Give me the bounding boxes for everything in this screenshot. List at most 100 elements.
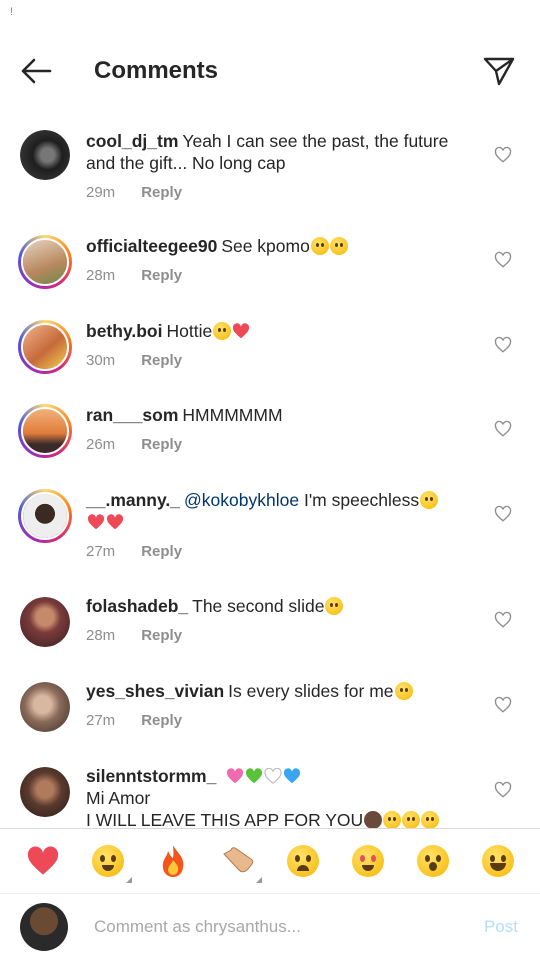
pleading-face-icon: [420, 491, 439, 509]
comment-item: bethy.boi Hottie 30m Reply: [0, 320, 540, 374]
sparkling-heart-icon: [227, 768, 244, 784]
avatar[interactable]: [20, 130, 70, 180]
status-bar: !: [0, 0, 540, 36]
pleading-face-icon: [383, 811, 402, 828]
heart-outline-icon[interactable]: [494, 420, 512, 438]
surprised-face-icon: [416, 845, 449, 877]
comment-time: 28m: [86, 267, 116, 284]
emoji-crying-face-button[interactable]: [285, 843, 321, 879]
emoji-heart-eyes-button[interactable]: [350, 843, 386, 879]
comment-text: Is every slides for me: [228, 681, 394, 701]
red-heart-icon: [87, 514, 105, 530]
comment-text-line: I WILL LEAVE THIS APP FOR YOU: [86, 810, 364, 828]
reply-button[interactable]: Reply: [141, 543, 182, 560]
emoji-raising-hands-button[interactable]: [90, 843, 132, 883]
post-button[interactable]: Post: [484, 917, 518, 937]
reply-button[interactable]: Reply: [141, 712, 182, 729]
comment-time: 29m: [86, 184, 116, 201]
heart-outline-icon[interactable]: [494, 696, 512, 714]
red-heart-icon: [106, 514, 124, 530]
comment-time: 30m: [86, 352, 116, 369]
avatar[interactable]: [18, 404, 72, 458]
comment-time: 27m: [86, 543, 116, 560]
fire-icon: [162, 845, 183, 877]
heart-outline-icon[interactable]: [494, 505, 512, 523]
comment-time: 28m: [86, 627, 116, 644]
comment-list: cool_dj_tm Yeah I can see the past, the f…: [0, 120, 540, 828]
reply-button[interactable]: Reply: [141, 184, 182, 201]
emoji-red-heart-button[interactable]: [25, 843, 61, 879]
emoji-clapping-hands-button[interactable]: [220, 843, 262, 883]
share-button[interactable]: [482, 54, 516, 88]
person-gesturing-icon: [364, 811, 383, 828]
white-heart-icon: [264, 768, 282, 784]
comment-text: See kpomo: [221, 236, 310, 256]
comment-item: __.manny._ @kokobykhloe I'm speechless 27…: [0, 489, 540, 560]
red-heart-icon: [27, 846, 58, 875]
raising-hands-icon: [213, 322, 232, 340]
reply-button[interactable]: Reply: [141, 267, 182, 284]
comment-username[interactable]: yes_shes_vivian: [86, 681, 224, 701]
comment-text: Hottie: [166, 321, 213, 341]
emoji-tears-of-joy-button[interactable]: [480, 843, 516, 879]
reply-button[interactable]: Reply: [141, 436, 182, 453]
back-button[interactable]: [20, 55, 52, 87]
tears-of-joy-icon: [481, 845, 514, 877]
pleading-face-icon: [421, 811, 440, 828]
comment-text: HMMMMMM: [182, 405, 283, 425]
comment-username[interactable]: cool_dj_tm: [86, 131, 178, 151]
emoji-bar: [0, 829, 540, 893]
reply-button[interactable]: Reply: [141, 352, 182, 369]
raising-hands-icon: [91, 845, 124, 877]
heart-outline-icon[interactable]: [494, 336, 512, 354]
heart-outline-icon[interactable]: [494, 611, 512, 629]
comment-text: I'm speechless: [303, 490, 420, 510]
comment-username[interactable]: ran___som: [86, 405, 178, 425]
comment-item: silenntstormm_ Mi Amor I WILL LEAVE THIS…: [0, 765, 540, 828]
heart-outline-icon[interactable]: [494, 251, 512, 269]
emoji-fire-button[interactable]: [155, 843, 191, 879]
comment-username[interactable]: folashadeb_: [86, 596, 188, 616]
green-heart-icon: [246, 768, 263, 784]
comment-input[interactable]: [94, 917, 464, 937]
grinning-face-icon: [329, 237, 348, 255]
heart-outline-icon[interactable]: [494, 146, 512, 164]
comment-item: cool_dj_tm Yeah I can see the past, the f…: [0, 130, 540, 201]
comment-item: ran___som HMMMMMM 26m Reply: [0, 404, 540, 458]
status-mark: !: [10, 6, 14, 18]
comment-item: folashadeb_ The second slide 28m Reply: [0, 595, 540, 647]
heart-eyes-icon: [394, 682, 413, 700]
emoji-surprised-face-button[interactable]: [415, 843, 451, 879]
comment-username[interactable]: bethy.boi: [86, 321, 162, 341]
grinning-face-icon: [310, 237, 329, 255]
comment-text: The second slide: [192, 596, 325, 616]
avatar[interactable]: [20, 682, 70, 732]
user-avatar: [20, 903, 68, 951]
flushed-face-icon: [402, 811, 421, 828]
comment-time: 26m: [86, 436, 116, 453]
arrow-left-icon: [21, 58, 52, 84]
comment-composer: Post: [0, 894, 540, 960]
avatar[interactable]: [20, 767, 70, 817]
paper-plane-icon: [483, 57, 515, 86]
comment-username[interactable]: officialteegee90: [86, 236, 217, 256]
heart-outline-icon[interactable]: [494, 781, 512, 799]
blue-heart-icon: [284, 768, 301, 784]
header: Comments: [0, 36, 540, 106]
avatar[interactable]: [18, 489, 72, 543]
reply-button[interactable]: Reply: [141, 627, 182, 644]
comment-username[interactable]: silenntstormm_: [86, 766, 216, 786]
avatar[interactable]: [18, 320, 72, 374]
crying-face-icon: [286, 845, 319, 877]
comment-username[interactable]: __.manny._: [86, 490, 180, 510]
avatar[interactable]: [18, 235, 72, 289]
avatar[interactable]: [20, 597, 70, 647]
red-heart-icon: [233, 323, 250, 339]
clapping-hands-icon: [222, 847, 253, 873]
comment-item: officialteegee90 See kpomo 28m Reply: [0, 235, 540, 289]
heart-eyes-icon: [325, 597, 344, 615]
mention-link[interactable]: @kokobykhloe: [184, 490, 299, 510]
comment-time: 27m: [86, 712, 116, 729]
heart-eyes-icon: [351, 845, 384, 877]
page-title: Comments: [94, 57, 219, 84]
